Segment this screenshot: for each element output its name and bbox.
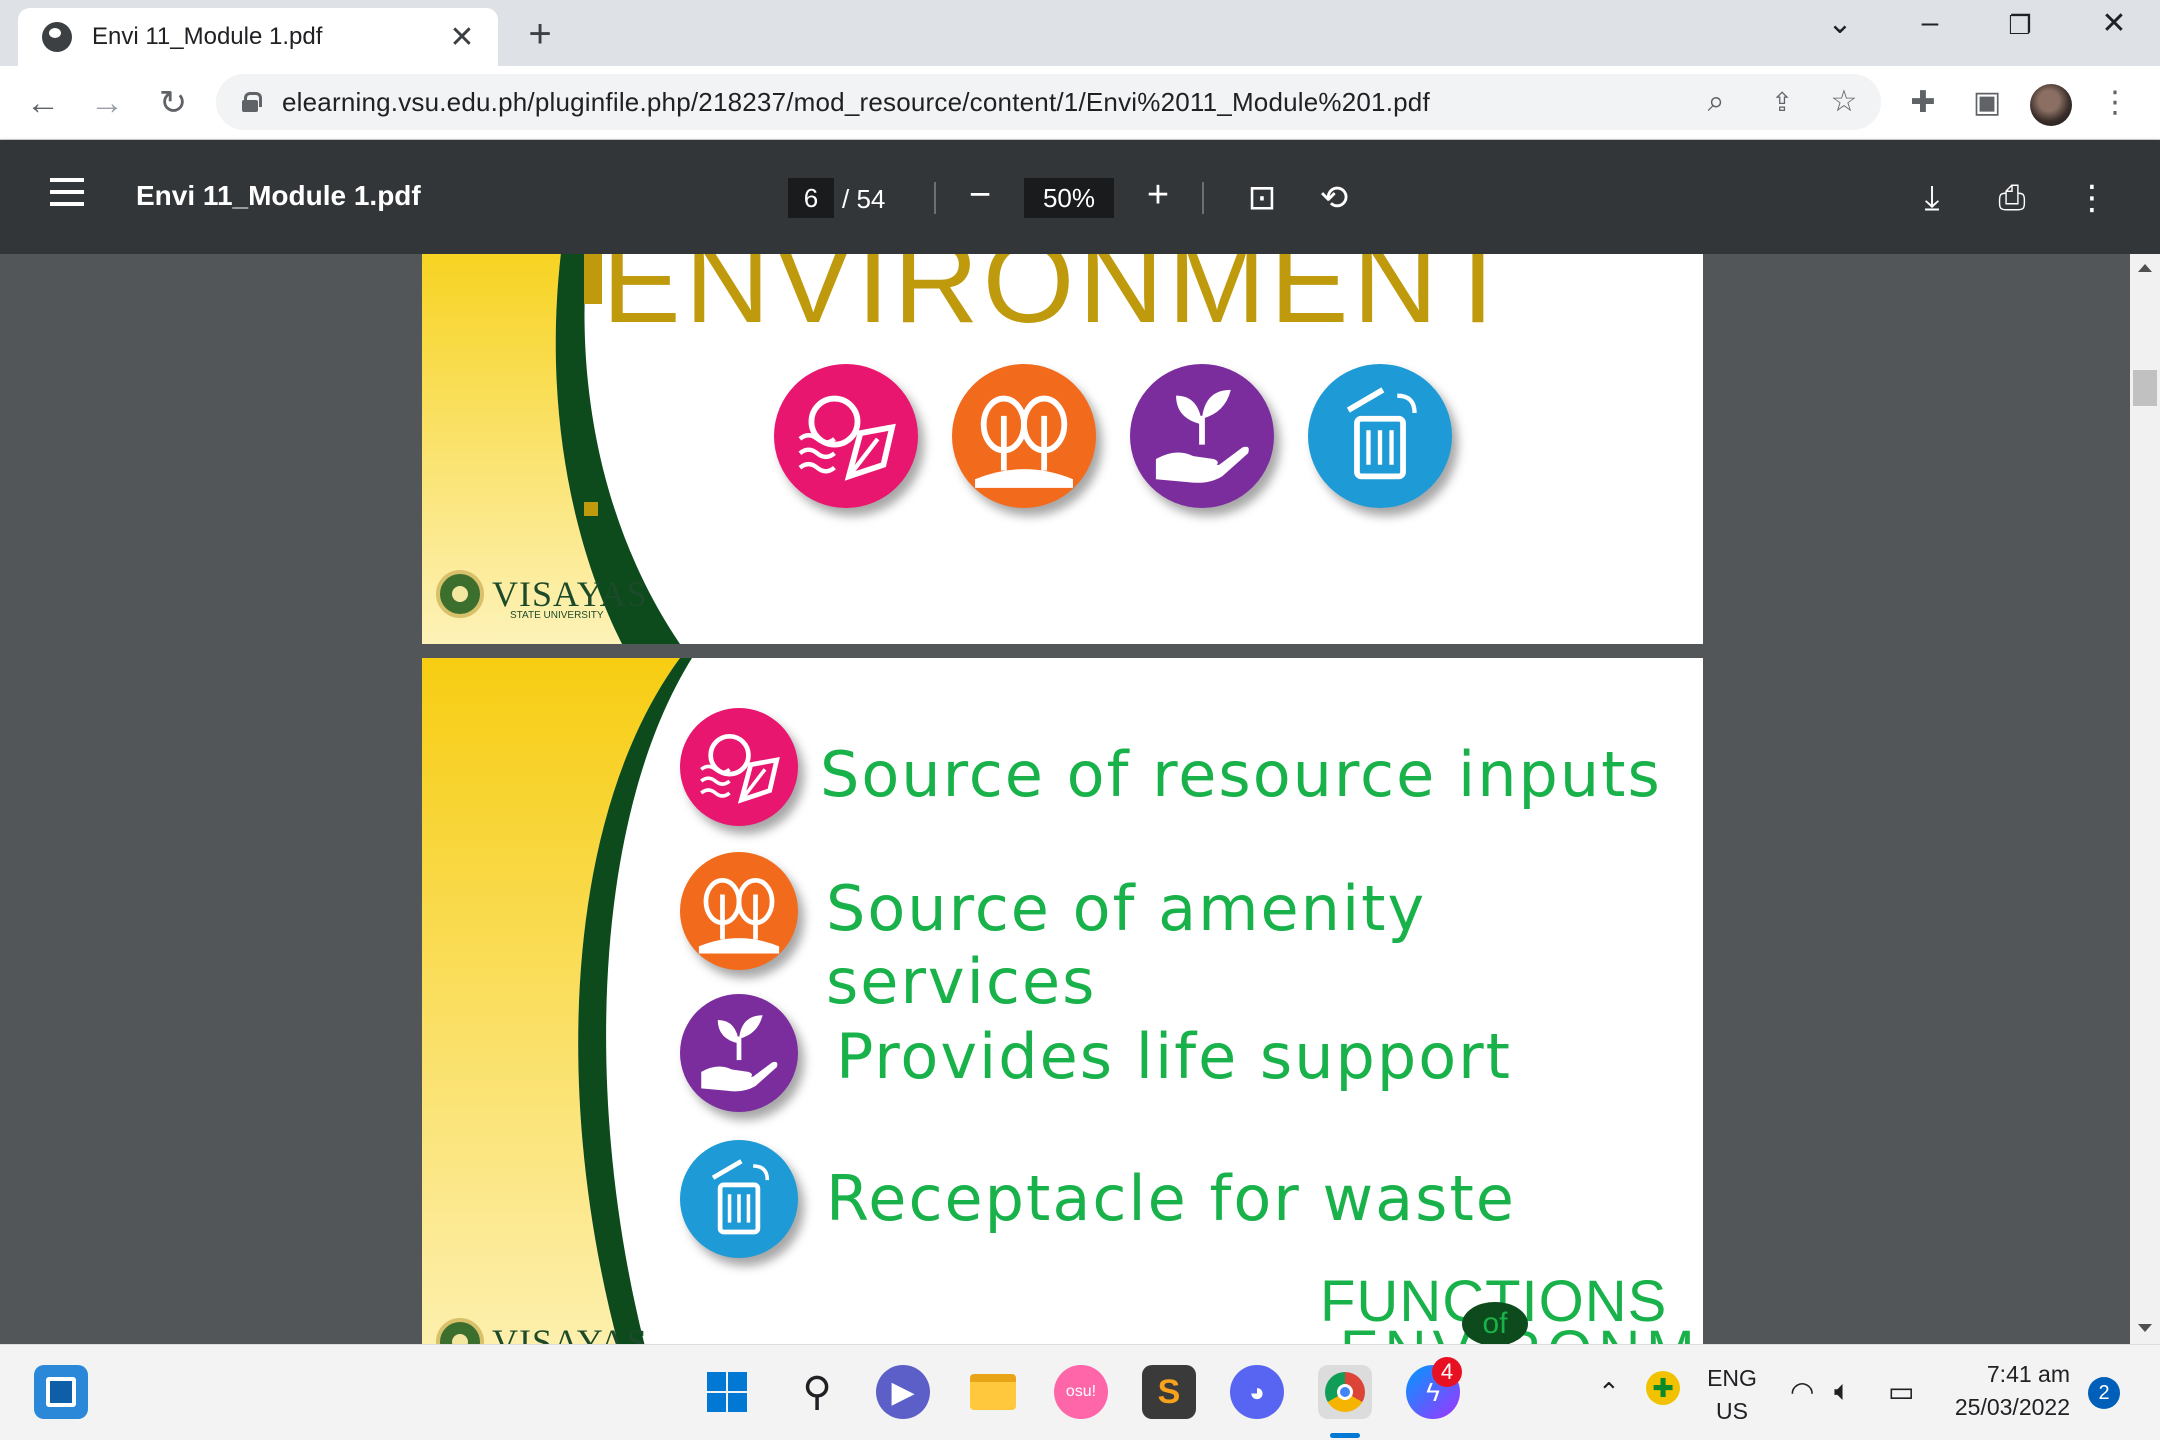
zoom-out-button[interactable]: − — [960, 174, 1000, 217]
trees-icon — [952, 364, 1096, 508]
tab-strip: Envi 11_Module 1.pdf ✕ + ⌄ – ❐ ✕ — [0, 0, 2160, 66]
tray-app-icon[interactable]: ✚ — [1646, 1371, 1680, 1405]
keyboard-layout: US — [1716, 1398, 1748, 1424]
profile-avatar[interactable] — [2030, 84, 2072, 126]
window-close-button[interactable]: ✕ — [2084, 6, 2144, 41]
vsu-logo: VISAYAS STATE UNIVERSITY — [436, 570, 648, 621]
clock-time: 7:41 am — [1986, 1361, 2070, 1387]
menu-icon[interactable] — [50, 178, 84, 206]
trees-icon — [680, 852, 798, 970]
tab-title: Envi 11_Module 1.pdf — [92, 23, 323, 50]
share-icon[interactable]: ⇪ — [1760, 80, 1804, 124]
function-life-support: Provides life support — [836, 1020, 1512, 1093]
chrome-icon[interactable] — [1318, 1365, 1372, 1419]
sublime-text-icon[interactable]: S — [1142, 1365, 1196, 1419]
new-tab-button[interactable]: + — [520, 12, 560, 57]
print-icon[interactable]: ⎙ — [1990, 176, 2034, 220]
sun-water-leaf-icon — [774, 364, 918, 508]
vsu-logo: VISAYAS — [436, 1318, 648, 1344]
tab-search-icon[interactable]: ⌄ — [1810, 6, 1870, 41]
slide-side-decoration — [422, 658, 692, 1344]
globe-icon — [42, 22, 72, 52]
accent-square — [584, 502, 598, 516]
function-receptacle-waste: Receptacle for waste — [826, 1162, 1516, 1235]
browser-toolbar: ← → ↻ elearning.vsu.edu.ph/pluginfile.ph… — [0, 66, 2160, 140]
pdf-viewer[interactable]: ENVIRONMENT VISAYAS STATE UNIVERSITY Sou… — [0, 254, 2130, 1344]
slide-heading: ENVIRONMENT — [602, 254, 1518, 348]
osu-icon[interactable]: osu! — [1054, 1365, 1108, 1419]
extensions-icon[interactable]: ✚ — [1900, 80, 1946, 126]
teams-chat-icon[interactable]: ▶ — [876, 1365, 930, 1419]
logo-text: VISAYAS — [492, 1322, 648, 1344]
clock-date: 25/03/2022 — [1954, 1394, 2070, 1420]
close-tab-icon[interactable]: ✕ — [444, 20, 480, 55]
function-resource-inputs: Source of resource inputs — [820, 738, 1662, 811]
chrome-menu-icon[interactable]: ⋮ — [2092, 80, 2138, 126]
trash-bin-icon — [1308, 364, 1452, 508]
volume-icon[interactable]: 🔈︎ — [1834, 1375, 1851, 1408]
back-button[interactable]: ← — [18, 78, 68, 128]
more-actions-icon[interactable]: ⋮ — [2070, 176, 2114, 220]
fit-page-icon[interactable]: ⊡ — [1240, 176, 1284, 220]
zoom-input[interactable]: 50% — [1024, 178, 1114, 218]
zoom-icon[interactable]: ⌕ — [1694, 80, 1738, 124]
download-icon[interactable]: ⤓ — [1910, 176, 1954, 220]
trash-bin-icon — [680, 1140, 798, 1258]
pdf-page-slide-2: Source of resource inputs Source of amen… — [422, 658, 1703, 1344]
active-app-indicator — [1330, 1433, 1360, 1438]
footer-of-badge: of — [1462, 1302, 1528, 1344]
forward-button[interactable]: → — [82, 78, 132, 128]
side-panel-icon[interactable]: ▣ — [1964, 80, 2010, 126]
file-explorer-icon[interactable] — [966, 1365, 1020, 1419]
notification-badge[interactable]: 2 — [2088, 1377, 2120, 1409]
url-text: elearning.vsu.edu.ph/pluginfile.php/2182… — [282, 86, 1430, 117]
messenger-badge: 4 — [1432, 1357, 1462, 1387]
hand-plant-icon — [1130, 364, 1274, 508]
sun-water-leaf-icon — [680, 708, 798, 826]
scroll-down-arrow-icon[interactable] — [2138, 1324, 2152, 1332]
toolbar-divider — [1202, 182, 1204, 214]
pdf-page-slide-1: ENVIRONMENT VISAYAS STATE UNIVERSITY — [422, 254, 1703, 644]
lock-icon[interactable] — [242, 92, 262, 112]
page-number-input[interactable]: 6 — [788, 178, 834, 218]
pdf-title: Envi 11_Module 1.pdf — [136, 180, 421, 211]
hand-plant-icon — [680, 994, 798, 1112]
minimize-button[interactable]: – — [1900, 6, 1960, 40]
function-amenity-services: Source of amenity services — [826, 872, 1427, 1018]
wifi-icon[interactable]: ◠ — [1790, 1375, 1814, 1408]
reload-button[interactable]: ↻ — [148, 78, 198, 128]
search-icon[interactable]: ⚲ — [790, 1365, 844, 1419]
bookmark-star-icon[interactable]: ☆ — [1822, 80, 1866, 124]
scroll-thumb[interactable] — [2133, 370, 2157, 406]
tab-pdf[interactable]: Envi 11_Module 1.pdf ✕ — [18, 8, 498, 66]
language-code: ENG — [1707, 1365, 1757, 1391]
show-hidden-icons-icon[interactable]: ⌃ — [1598, 1377, 1620, 1408]
address-bar[interactable]: elearning.vsu.edu.ph/pluginfile.php/2182… — [216, 74, 1881, 130]
discord-icon[interactable]: ◕ — [1230, 1365, 1284, 1419]
vsu-seal — [436, 570, 484, 618]
pdf-toolbar: Envi 11_Module 1.pdf 6 / 54 − 50% + ⊡ ⟲ … — [0, 140, 2160, 254]
taskbar: ⚲ ▶ osu! S ◕ ϟ 4 ⌃ ✚ ENG US ◠ 🔈︎ ▭ 7:41 … — [0, 1344, 2160, 1440]
clock[interactable]: 7:41 am 25/03/2022 — [1940, 1361, 2070, 1421]
start-button-icon[interactable] — [700, 1365, 754, 1419]
logo-subtext: STATE UNIVERSITY — [510, 610, 604, 621]
zoom-in-button[interactable]: + — [1138, 174, 1178, 217]
widgets-icon[interactable] — [34, 1365, 88, 1419]
rotate-icon[interactable]: ⟲ — [1312, 176, 1356, 220]
title-accent-bar — [584, 254, 602, 304]
scroll-up-arrow-icon[interactable] — [2138, 264, 2152, 272]
page-count: / 54 — [842, 184, 886, 214]
vsu-seal — [436, 1318, 484, 1344]
logo-text: VISAYAS — [492, 574, 648, 614]
vertical-scrollbar[interactable] — [2130, 254, 2160, 1344]
language-indicator[interactable]: ENG US — [1702, 1365, 1762, 1425]
restore-button[interactable]: ❐ — [1990, 10, 2050, 41]
battery-icon[interactable]: ▭ — [1888, 1375, 1914, 1408]
toolbar-divider — [934, 182, 936, 214]
